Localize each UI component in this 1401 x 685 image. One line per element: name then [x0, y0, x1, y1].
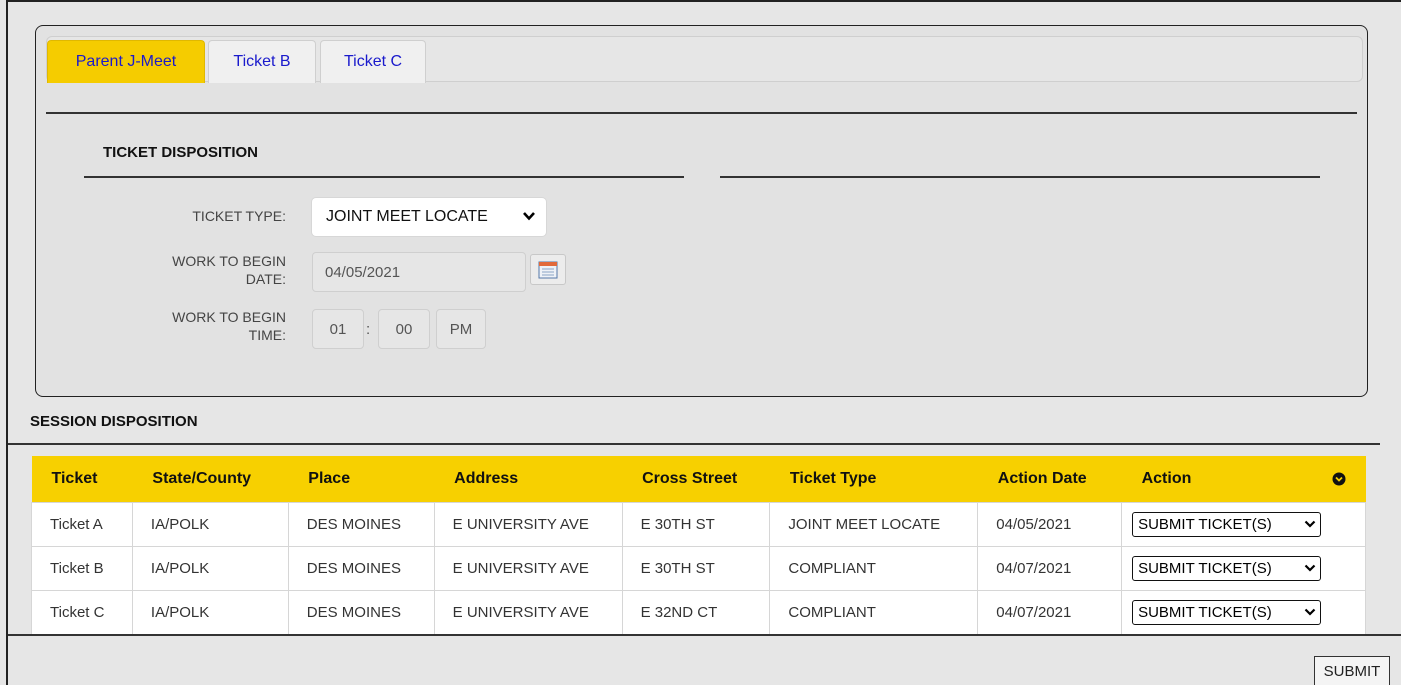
- ticket-type-select[interactable]: JOINT MEET LOCATE: [312, 198, 546, 236]
- cell-ticket: Ticket A: [31, 501, 133, 547]
- table-header-row: Ticket State/County Place Address Cross …: [31, 456, 1366, 502]
- tab-divider: [46, 112, 1357, 114]
- table-row: Ticket B IA/POLK DES MOINES E UNIVERSITY…: [31, 545, 1366, 591]
- action-select-value: SUBMIT TICKET(S): [1138, 515, 1272, 533]
- time-minute-value: 00: [395, 320, 413, 338]
- work-date-label: WORK TO BEGIN DATE:: [172, 253, 286, 287]
- footer-divider: [8, 634, 1401, 636]
- calendar-button[interactable]: [530, 254, 566, 285]
- session-table: Ticket State/County Place Address Cross …: [31, 456, 1366, 635]
- cell-place: DES MOINES: [287, 589, 435, 635]
- time-separator: :: [366, 321, 371, 338]
- action-select[interactable]: SUBMIT TICKET(S): [1132, 555, 1322, 581]
- col-ticket: Ticket: [31, 456, 133, 502]
- work-time-label: WORK TO BEGIN TIME:: [172, 309, 286, 343]
- cell-action: SUBMIT TICKET(S): [1121, 501, 1366, 547]
- cell-state-county: IA/POLK: [131, 501, 289, 547]
- tab-ticket-c[interactable]: Ticket C: [320, 40, 426, 83]
- app-frame: Parent J-Meet Ticket B Ticket C TICKET D…: [6, 0, 1401, 685]
- ticket-panel: Parent J-Meet Ticket B Ticket C TICKET D…: [35, 25, 1368, 397]
- work-date-value: 04/05/2021: [325, 263, 401, 281]
- col-address: Address: [434, 456, 623, 502]
- cell-ticket-type: JOINT MEET LOCATE: [769, 501, 979, 547]
- chevron-down-icon: [1304, 520, 1316, 528]
- tab-ticket-b[interactable]: Ticket B: [208, 40, 316, 83]
- col-place: Place: [288, 456, 435, 502]
- session-divider: [8, 443, 1380, 445]
- ticket-type-label: TICKET TYPE:: [192, 208, 286, 224]
- work-date-input[interactable]: 04/05/2021: [312, 252, 526, 292]
- chevron-down-icon: [1304, 608, 1316, 616]
- cell-address: E UNIVERSITY AVE: [433, 501, 623, 547]
- action-select-value: SUBMIT TICKET(S): [1138, 559, 1272, 577]
- cell-ticket-type: COMPLIANT: [769, 545, 979, 591]
- title-underline-left: [84, 176, 684, 178]
- submit-button[interactable]: SUBMIT: [1314, 656, 1390, 685]
- cell-action-date: 04/07/2021: [977, 545, 1123, 591]
- cell-cross-street: E 32ND CT: [621, 589, 771, 635]
- session-disposition-title: SESSION DISPOSITION: [30, 413, 198, 430]
- cell-place: DES MOINES: [287, 501, 435, 547]
- time-hour-value: 01: [329, 320, 347, 338]
- col-action-date: Action Date: [977, 456, 1122, 502]
- cell-address: E UNIVERSITY AVE: [433, 545, 623, 591]
- cell-cross-street: E 30TH ST: [621, 501, 771, 547]
- cell-action-date: 04/07/2021: [977, 589, 1123, 635]
- cell-cross-street: E 30TH ST: [621, 545, 771, 591]
- time-ampm-input[interactable]: PM: [436, 309, 486, 349]
- action-select[interactable]: SUBMIT TICKET(S): [1132, 599, 1322, 625]
- cell-action: SUBMIT TICKET(S): [1121, 589, 1366, 635]
- cell-address: E UNIVERSITY AVE: [433, 589, 623, 635]
- col-action: Action: [1121, 456, 1366, 502]
- collapse-toggle-icon[interactable]: [1332, 472, 1346, 486]
- ticket-disposition-title: TICKET DISPOSITION: [103, 144, 259, 161]
- cell-state-county: IA/POLK: [131, 589, 289, 635]
- col-action-label: Action: [1141, 469, 1192, 487]
- action-select[interactable]: SUBMIT TICKET(S): [1132, 511, 1322, 537]
- table-row: Ticket C IA/POLK DES MOINES E UNIVERSITY…: [31, 589, 1366, 635]
- time-hour-input[interactable]: 01: [312, 309, 364, 349]
- time-ampm-value: PM: [449, 320, 473, 338]
- cell-state-county: IA/POLK: [131, 545, 289, 591]
- cell-ticket: Ticket C: [31, 589, 133, 635]
- cell-action-date: 04/05/2021: [977, 501, 1123, 547]
- ticket-type-value: JOINT MEET LOCATE: [326, 208, 488, 225]
- col-state-county: State/County: [132, 456, 289, 502]
- action-select-value: SUBMIT TICKET(S): [1138, 603, 1272, 621]
- table-row: Ticket A IA/POLK DES MOINES E UNIVERSITY…: [31, 501, 1366, 547]
- tab-bar: Parent J-Meet Ticket B Ticket C: [46, 36, 1363, 83]
- calendar-icon: [538, 261, 558, 278]
- title-underline-right: [720, 176, 1320, 178]
- chevron-down-icon: [523, 212, 535, 221]
- cell-ticket-type: COMPLIANT: [769, 589, 979, 635]
- chevron-down-icon: [1304, 564, 1316, 572]
- time-minute-input[interactable]: 00: [378, 309, 430, 349]
- col-cross-street: Cross Street: [622, 456, 770, 502]
- cell-place: DES MOINES: [287, 545, 435, 591]
- tab-parent-j-meet[interactable]: Parent J-Meet: [47, 40, 205, 83]
- col-ticket-type: Ticket Type: [769, 456, 978, 502]
- cell-action: SUBMIT TICKET(S): [1121, 545, 1366, 591]
- cell-ticket: Ticket B: [31, 545, 133, 591]
